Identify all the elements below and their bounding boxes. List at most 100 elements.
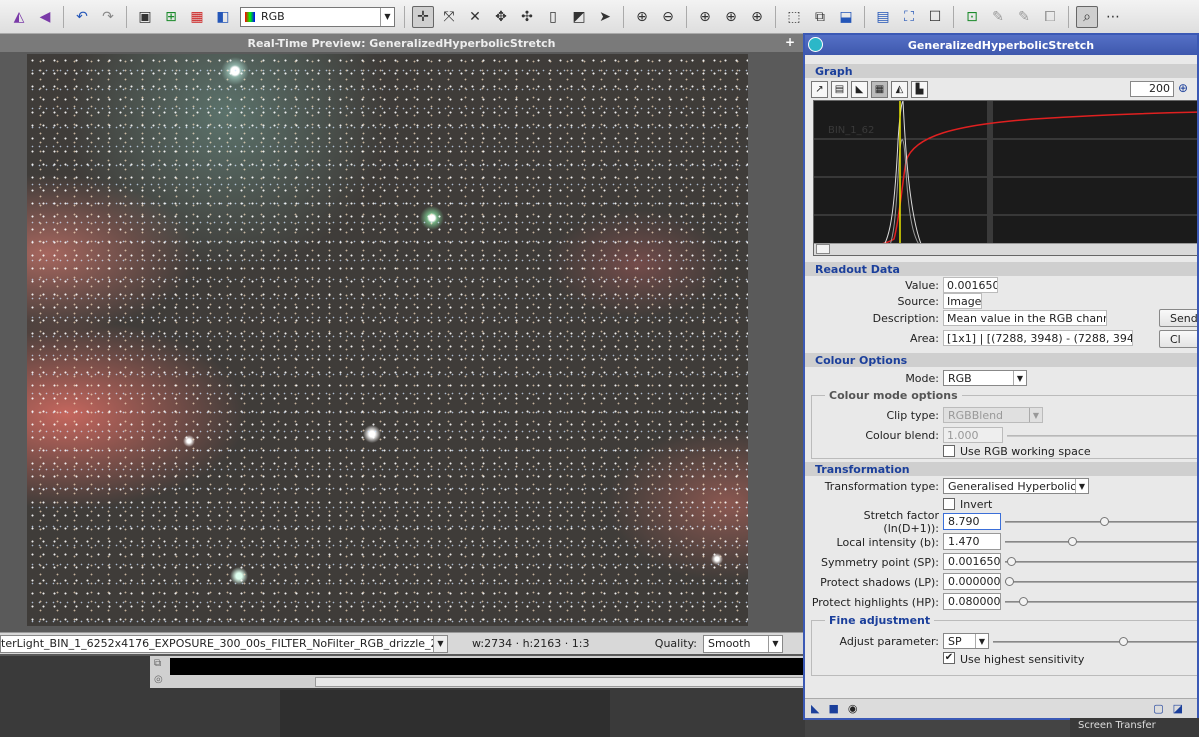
parameter-slider[interactable] — [1005, 517, 1197, 526]
transformation-section-header[interactable]: Transformation — [805, 462, 1197, 476]
parameter-input[interactable]: 8.790 — [943, 513, 1001, 530]
ghs-title-bar[interactable]: GeneralizedHyperbolicStretch — [805, 35, 1197, 55]
channel-mode-select[interactable]: RGB ▼ — [240, 6, 395, 27]
select-icon[interactable]: ⛶ — [898, 6, 920, 28]
adjust-parameter-slider[interactable] — [993, 637, 1197, 646]
documentation-icon[interactable]: ▢ — [1153, 702, 1163, 715]
parameter-slider[interactable] — [1005, 557, 1197, 566]
apply-global-icon[interactable]: ■ — [828, 702, 838, 715]
zoom-3-icon[interactable]: ⊕ — [746, 6, 768, 28]
horizontal-scrollbar[interactable] — [315, 677, 805, 687]
preview-title-bar[interactable]: Real-Time Preview: GeneralizedHyperbolic… — [0, 34, 803, 52]
shrink-icon[interactable]: ✕ — [464, 6, 486, 28]
clear-button[interactable]: Cl — [1159, 330, 1197, 348]
histogram-icon[interactable]: ◭ — [891, 80, 908, 98]
colour-options-section-header[interactable]: Colour Options — [805, 353, 1197, 367]
curve-icon[interactable]: ◣ — [851, 80, 868, 98]
reject-icon[interactable]: ◭ — [8, 6, 30, 28]
toolbar-separator — [63, 5, 64, 28]
clip-type-select[interactable]: RGBBlend ▼ — [943, 407, 1043, 423]
parameter-input[interactable]: 1.470 — [943, 533, 1001, 550]
expand-icon[interactable]: + — [785, 35, 795, 49]
graph-scrollbar[interactable] — [814, 243, 1197, 255]
invert-checkbox[interactable] — [943, 498, 955, 510]
toolbar-separator — [686, 5, 687, 28]
zoom-in-icon[interactable]: ⊕ — [631, 6, 653, 28]
slider-knob[interactable] — [1067, 537, 1077, 546]
toolbar-separator — [953, 5, 954, 28]
slider-knob[interactable] — [1018, 597, 1028, 606]
view-selector[interactable]: terLight_BIN_1_6252x4176_EXPOSURE_300_00… — [0, 634, 448, 653]
log-histogram-icon[interactable]: ▙ — [911, 80, 928, 98]
rgb-working-space-checkbox[interactable] — [943, 445, 955, 457]
preview-icon[interactable]: ⬓ — [835, 6, 857, 28]
reset-icon[interactable]: ◪ — [1173, 702, 1183, 715]
page-icon[interactable]: ▯ — [542, 6, 564, 28]
colour-blend-slider[interactable] — [1007, 435, 1197, 437]
toolbar-separator — [775, 5, 776, 28]
mask-icon[interactable]: ◧ — [212, 6, 234, 28]
zoom-1-icon[interactable]: ⊕ — [694, 6, 716, 28]
parameter-row: Protect shadows (LP): 0.000000 — [805, 572, 1197, 592]
quality-value: Smooth — [708, 637, 751, 650]
frame-icon[interactable]: ⬚ — [783, 6, 805, 28]
slider-knob[interactable] — [1119, 637, 1128, 646]
pan-icon[interactable]: ✥ — [490, 6, 512, 28]
zoom-2-icon[interactable]: ⊕ — [720, 6, 742, 28]
color-channel-icon[interactable]: ▦ — [186, 6, 208, 28]
preview-image[interactable] — [27, 54, 748, 626]
parameter-slider[interactable] — [1005, 537, 1197, 546]
slider-knob[interactable] — [1005, 577, 1014, 586]
colour-mode-select[interactable]: RGB ▼ — [943, 370, 1027, 386]
stretch-graph[interactable]: BIN_1_62 — [813, 100, 1197, 256]
high-sensitivity-checkbox[interactable]: ✔ — [943, 652, 955, 664]
stack-icon[interactable]: ⧉ — [154, 658, 161, 669]
parameter-input[interactable]: 0.080000 — [943, 593, 1001, 610]
stf-icon[interactable]: ▣ — [134, 6, 156, 28]
clone-icon[interactable]: ⧠ — [1039, 6, 1061, 28]
preview-title: Real-Time Preview: GeneralizedHyperbolic… — [247, 36, 556, 50]
graph-mode-icon[interactable]: ▤ — [831, 80, 848, 98]
transformation-type-select[interactable]: Generalised Hyperbolic ▼ — [943, 478, 1089, 494]
accept-icon[interactable]: ◀ — [34, 6, 56, 28]
more-icon[interactable]: ⋯ — [1102, 6, 1124, 28]
slider-knob[interactable] — [1100, 517, 1110, 526]
quality-label: Quality: — [654, 637, 697, 650]
graph-section-header[interactable]: Graph — [805, 64, 1197, 78]
zoom-icon[interactable]: ⊕ — [1178, 81, 1195, 98]
quality-select[interactable]: Smooth ▼ — [703, 634, 783, 653]
new-instance-icon[interactable]: ◣ — [811, 702, 819, 715]
background-image-area — [170, 658, 805, 675]
colour-blend-input[interactable]: 1.000 — [943, 427, 1003, 443]
parameter-slider[interactable] — [1005, 577, 1197, 586]
new-preview-icon[interactable]: ⊞ — [160, 6, 182, 28]
pointer-icon[interactable]: ➤ — [594, 6, 616, 28]
readout-section-header[interactable]: Readout Data — [805, 262, 1197, 276]
parameter-input[interactable]: 0.001650 — [943, 553, 1001, 570]
realtime-preview-icon[interactable]: ⌕ — [1076, 5, 1098, 28]
linear-graph-icon[interactable]: ↗ — [811, 80, 828, 98]
square-icon[interactable]: ☐ — [924, 6, 946, 28]
fit-icon[interactable]: ⤧ — [438, 6, 460, 28]
graph-scroll-thumb[interactable] — [816, 244, 830, 254]
circle-icon[interactable]: ◎ — [154, 674, 163, 685]
edit-icon[interactable]: ✎ — [987, 6, 1009, 28]
window-icon[interactable]: ▤ — [872, 6, 894, 28]
crosshair-icon[interactable]: ✛ — [412, 5, 434, 28]
frame2-icon[interactable]: ⧉ — [809, 6, 831, 28]
grid-icon[interactable]: ▦ — [871, 80, 888, 98]
graph-zoom-input[interactable]: 200 — [1130, 81, 1174, 97]
parameter-input[interactable]: 0.000000 — [943, 573, 1001, 590]
parameter-slider[interactable] — [1005, 597, 1197, 606]
move-icon[interactable]: ✣ — [516, 6, 538, 28]
zoom-out-icon[interactable]: ⊖ — [657, 6, 679, 28]
slider-knob[interactable] — [1006, 557, 1016, 566]
redo-icon[interactable]: ↷ — [97, 6, 119, 28]
undo-icon[interactable]: ↶ — [71, 6, 93, 28]
delete-icon[interactable]: ✎ — [1013, 6, 1035, 28]
crop-icon[interactable]: ◩ — [568, 6, 590, 28]
realtime-preview-toggle-icon[interactable]: ◉ — [848, 702, 858, 715]
adjust-parameter-select[interactable]: SP ▼ — [943, 633, 989, 649]
send-button[interactable]: Send — [1159, 309, 1197, 327]
add-icon[interactable]: ⊡ — [961, 6, 983, 28]
